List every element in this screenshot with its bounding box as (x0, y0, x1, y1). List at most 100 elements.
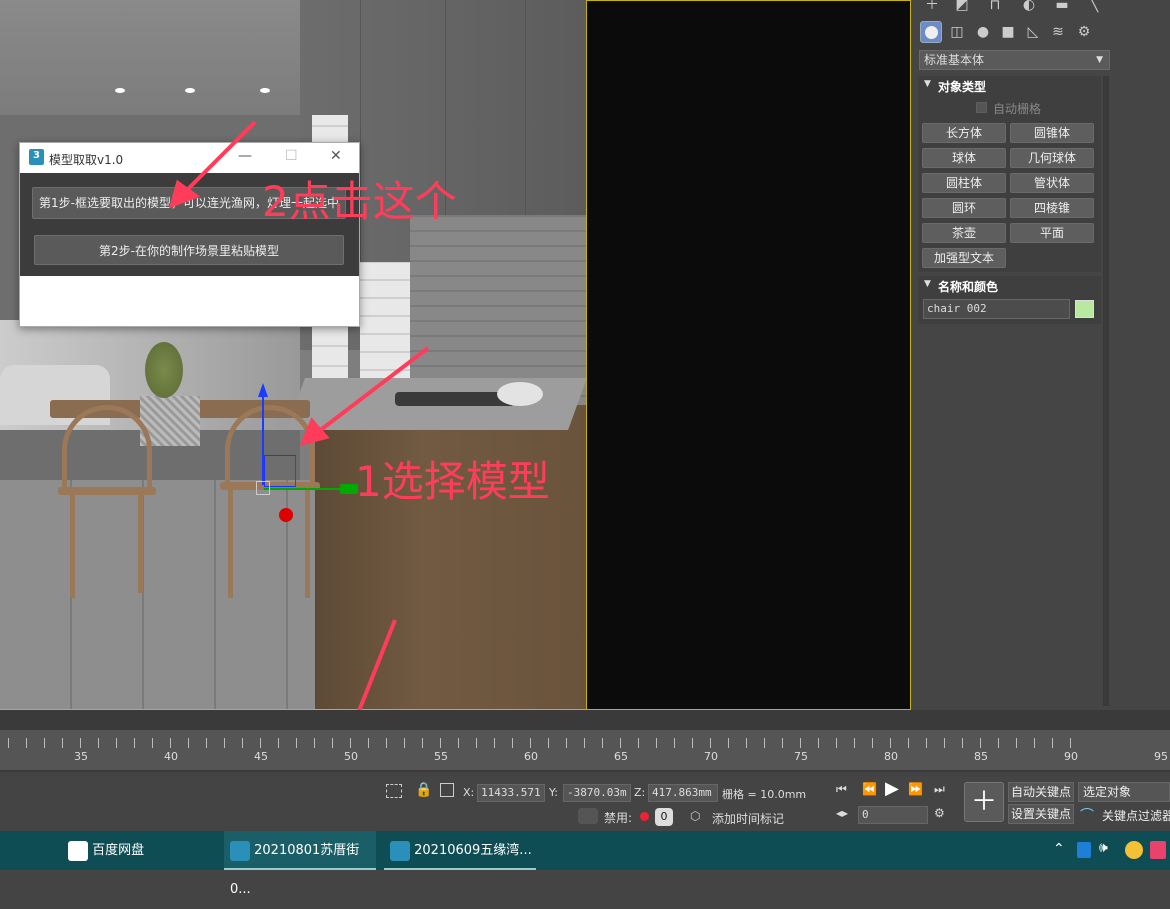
annotation-select-model: 1选择模型 (355, 457, 550, 506)
qq-icon[interactable] (1125, 841, 1143, 859)
ruler-tick-label: 45 (254, 750, 268, 763)
display-tab-icon[interactable]: ▬ (1051, 0, 1073, 16)
ruler-tick (728, 738, 729, 748)
zero-badge-icon[interactable]: 0 (655, 808, 673, 826)
ruler-tick (764, 738, 765, 748)
ruler-tick-label: 65 (614, 750, 628, 763)
ruler-tick (476, 738, 477, 748)
panel-scrollbar[interactable] (1103, 76, 1109, 706)
ruler-tick (350, 738, 351, 748)
name-color-heading: 名称和颜色 (938, 280, 999, 294)
geometry-category-icon[interactable] (920, 21, 942, 43)
cone-button[interactable]: 圆锥体 (1010, 123, 1094, 143)
object-type-rollout: ▼ 对象类型 自动栅格 长方体 圆锥体 球体 几何球体 圆柱体 管状体 圆环 四… (918, 76, 1101, 272)
ruler-tick (260, 738, 261, 748)
viewport-right[interactable] (587, 0, 911, 710)
ruler-tick-label: 70 (704, 750, 718, 763)
hierarchy-tab-icon[interactable]: ⊓ (984, 0, 1006, 16)
key-filters-label[interactable]: 关键点过滤器 (1102, 807, 1170, 824)
lock-icon[interactable]: 🔒 (415, 782, 432, 798)
cameras-category-icon[interactable]: ■ (997, 21, 1019, 43)
chevron-down-icon: ▼ (1096, 55, 1103, 65)
ruler-tick (170, 738, 171, 748)
command-panel: ＋ ◩ ⊓ ◐ ▬ ╲ ◫ ● ■ ◺ ≋ ⚙ 标准基本体 ▼ ▼ 对象类型 自… (911, 0, 1170, 710)
collapse-icon[interactable]: ▼ (924, 279, 931, 289)
ruler-tick (854, 738, 855, 748)
grid-size-label: 栅格 = 10.0mm (722, 788, 807, 801)
plane-button[interactable]: 平面 (1010, 223, 1094, 243)
lights-category-icon[interactable]: ● (972, 21, 994, 43)
play-icon[interactable]: ▶ (885, 778, 899, 799)
collapse-icon[interactable]: ▼ (924, 79, 931, 89)
ruler-tick (188, 738, 189, 748)
z-label: Z: (634, 786, 646, 799)
ruler-tick (404, 738, 405, 748)
x-coordinate-field[interactable]: 11433.571 (477, 784, 545, 802)
auto-grid-checkbox[interactable] (976, 102, 987, 113)
auto-grid-label: 自动栅格 (993, 102, 1042, 116)
ruler-tick (296, 738, 297, 748)
chevron-up-icon[interactable]: ⌃ (1053, 841, 1065, 857)
go-to-end-icon[interactable]: ⏭ (934, 782, 945, 797)
pyramid-button[interactable]: 四棱锥 (1010, 198, 1094, 218)
next-frame-icon[interactable]: ⏩ (908, 782, 923, 796)
text-plus-button[interactable]: 加强型文本 (922, 248, 1006, 268)
arrow-to-step1 (183, 120, 257, 194)
teapot-button[interactable]: 茶壶 (922, 223, 1006, 243)
set-key-big-button[interactable]: ＋ (964, 782, 1004, 822)
shield-icon[interactable] (578, 808, 598, 824)
y-coordinate-field[interactable]: -3870.03m (563, 784, 631, 802)
z-coordinate-field[interactable]: 417.863mm (648, 784, 718, 802)
torus-button[interactable]: 圆环 (922, 198, 1006, 218)
go-to-start-icon[interactable]: ⏮ (836, 782, 847, 797)
current-frame-field[interactable]: 0 (858, 806, 928, 824)
prev-frame-icon[interactable]: ⏪ (862, 782, 877, 796)
key-mode-icon[interactable]: ◂▸ (836, 806, 848, 820)
volume-icon[interactable]: 🕪 (1099, 840, 1108, 856)
object-color-swatch[interactable] (1075, 300, 1094, 318)
create-tab-icon[interactable]: ＋ (921, 0, 943, 16)
ruler-tick (746, 738, 747, 748)
tube-button[interactable]: 管状体 (1010, 173, 1094, 193)
set-key-button[interactable]: 设置关键点 (1008, 804, 1074, 824)
sphere-button[interactable]: 球体 (922, 148, 1006, 168)
auto-key-button[interactable]: 自动关键点 (1008, 782, 1074, 802)
absolute-mode-icon[interactable] (440, 783, 454, 797)
ruler-tick (566, 738, 567, 748)
ruler-tick (782, 738, 783, 748)
key-filter-icon[interactable]: ⌒ (1080, 805, 1094, 825)
modify-tab-icon[interactable]: ◩ (951, 0, 973, 16)
ruler-tick (368, 738, 369, 748)
taskbar-item-baidu[interactable]: 百度网盘 (62, 831, 220, 870)
taskbar-item-3dsmax-2[interactable]: 20210609五缘湾... (384, 831, 536, 870)
tray-app-icon[interactable] (1150, 841, 1166, 859)
taskbar-item-3dsmax-1[interactable]: 20210801苏厝街0... (224, 831, 376, 897)
ruler-tick-label: 35 (74, 750, 88, 763)
spacewarps-category-icon[interactable]: ≋ (1047, 21, 1069, 43)
selection-lock-icon[interactable] (386, 784, 402, 798)
ruler-tick (1052, 738, 1053, 748)
geosphere-button[interactable]: 几何球体 (1010, 148, 1094, 168)
ruler-tick (656, 738, 657, 748)
ruler-tick (512, 738, 513, 748)
utilities-tab-icon[interactable]: ╲ (1083, 0, 1105, 16)
ruler-tick-label: 40 (164, 750, 178, 763)
selected-object-dropdown[interactable]: 选定对象 (1078, 782, 1170, 802)
systems-category-icon[interactable]: ⚙ (1073, 21, 1095, 43)
time-tag-icon[interactable]: ⬡ (690, 809, 700, 823)
time-config-icon[interactable]: ⚙ (934, 806, 945, 820)
status-bar: 🔒 X: 11433.571 Y: -3870.03m Z: 417.863mm… (0, 772, 1170, 832)
primitive-type-dropdown[interactable]: 标准基本体 ▼ (919, 50, 1110, 70)
helpers-category-icon[interactable]: ◺ (1022, 21, 1044, 43)
object-name-input[interactable]: chair 002 (923, 299, 1070, 319)
add-time-tag-label[interactable]: 添加时间标记 (712, 810, 784, 827)
box-button[interactable]: 长方体 (922, 123, 1006, 143)
dropdown-value: 标准基本体 (924, 53, 985, 67)
shapes-category-icon[interactable]: ◫ (946, 21, 968, 43)
ruler-tick (908, 738, 909, 748)
motion-tab-icon[interactable]: ◐ (1018, 0, 1040, 16)
cylinder-button[interactable]: 圆柱体 (922, 173, 1006, 193)
tray-app-icon[interactable] (1077, 842, 1091, 858)
ruler-tick-label: 90 (1064, 750, 1078, 763)
ruler-tick (638, 738, 639, 748)
